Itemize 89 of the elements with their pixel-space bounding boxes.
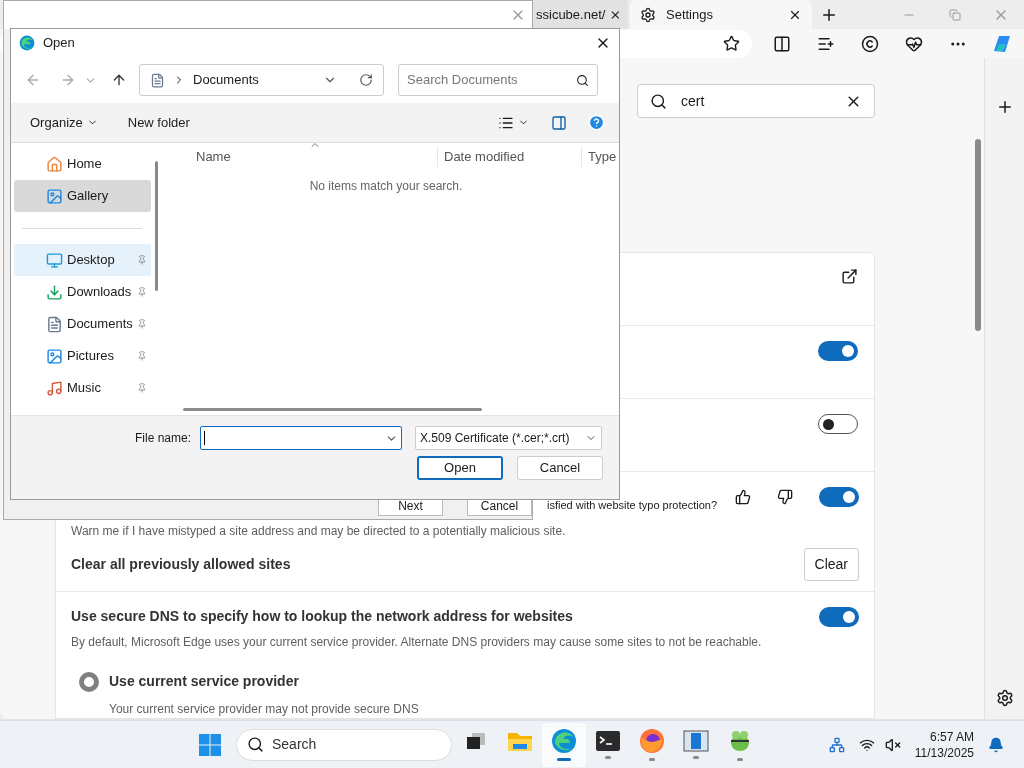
column-header[interactable]: Name xyxy=(161,147,438,167)
nav-item[interactable]: Music xyxy=(14,372,151,404)
file-type-dropdown[interactable]: X.509 Certificate (*.cer;*.crt) xyxy=(415,426,602,450)
radio-label: Use current service provider xyxy=(109,672,299,691)
nav-label: Downloads xyxy=(67,283,133,302)
scrollbar-thumb[interactable] xyxy=(975,139,981,331)
search-value: cert xyxy=(681,91,706,111)
option-description: Your current service provider may not provide secure DNS xyxy=(109,701,420,718)
file-name-label: File name: xyxy=(133,430,192,447)
folder-icon[interactable] xyxy=(507,730,533,752)
heart-icon[interactable] xyxy=(905,34,923,53)
home-icon xyxy=(46,155,63,173)
nav-item[interactable]: Home xyxy=(14,148,151,180)
browser-icon[interactable] xyxy=(551,728,577,754)
help-icon[interactable] xyxy=(588,114,605,131)
monitor-icon xyxy=(46,251,63,269)
settings-search-field[interactable]: cert xyxy=(637,84,875,118)
split-screen-icon[interactable] xyxy=(773,34,791,53)
nav-label: Documents xyxy=(67,315,133,334)
search-icon xyxy=(247,736,264,753)
nav-label: Home xyxy=(67,155,103,174)
nav-item[interactable]: Downloads xyxy=(14,276,151,308)
thumbs-down-icon[interactable] xyxy=(777,489,793,505)
nav-item[interactable]: Pictures xyxy=(14,340,151,372)
picture-icon xyxy=(46,347,63,365)
scrollbar-thumb[interactable] xyxy=(183,407,482,411)
nav-item[interactable]: Documents xyxy=(14,308,151,340)
window-icon[interactable] xyxy=(683,730,709,752)
document-icon xyxy=(46,315,63,333)
browser-tab[interactable]: ssicube.net/ xyxy=(530,0,628,29)
setting-label: Clear all previously allowed sites xyxy=(71,555,291,574)
toggle-switch[interactable] xyxy=(819,487,859,507)
setting-label: Use secure DNS to specify how to lookup the network address for websites xyxy=(71,607,573,626)
radio-button[interactable] xyxy=(79,671,99,692)
path-text: Documents xyxy=(193,71,260,90)
setting-description: Warn me if I have mistyped a site address and may be directed to a potentially malicious site. xyxy=(71,523,567,540)
clear-button[interactable]: Clear xyxy=(803,548,859,581)
search-placeholder: Search xyxy=(272,735,317,754)
search-icon xyxy=(576,73,589,87)
nav-label: Desktop xyxy=(67,251,116,270)
column-header[interactable]: Type xyxy=(582,147,617,167)
start-icon[interactable] xyxy=(198,732,222,757)
address-box[interactable]: Documents xyxy=(139,64,384,96)
document-icon xyxy=(150,72,165,88)
preview-pane-icon[interactable] xyxy=(551,114,567,131)
feedback-question: isfied with website typo protection? xyxy=(547,497,717,513)
empty-message: No items match your search. xyxy=(308,178,464,195)
cancel-button[interactable]: Cancel xyxy=(517,456,603,480)
external-link-icon[interactable] xyxy=(841,268,858,285)
mute-icon[interactable] xyxy=(884,736,901,753)
search-placeholder: Search Documents xyxy=(407,71,519,90)
task-view-icon[interactable] xyxy=(466,732,486,750)
star-icon[interactable] xyxy=(723,35,740,52)
taskbar-search[interactable]: Search xyxy=(236,728,452,761)
new-folder-button[interactable]: New folder xyxy=(127,112,190,133)
tab-title: ssicube.net/ xyxy=(536,5,606,24)
tab-title: Settings xyxy=(666,5,714,24)
up-icon[interactable] xyxy=(111,72,127,88)
thumbs-up-icon[interactable] xyxy=(735,489,751,505)
refresh-icon[interactable] xyxy=(359,73,373,87)
download-icon xyxy=(46,283,63,301)
browser-icon xyxy=(19,35,35,51)
toggle-switch[interactable] xyxy=(818,414,858,434)
file-name-field[interactable] xyxy=(200,426,402,450)
nav-label: Gallery xyxy=(67,187,110,206)
terminal-icon[interactable] xyxy=(595,730,621,752)
nav-item[interactable]: Gallery xyxy=(14,180,151,212)
open-button[interactable]: Open xyxy=(417,456,503,480)
clock-date[interactable]: 11/13/2025 xyxy=(914,744,974,761)
bell-icon[interactable] xyxy=(988,736,1004,753)
settings-icon xyxy=(640,6,656,23)
search-icon xyxy=(650,92,667,110)
dialog-title: Open xyxy=(43,34,76,53)
network-icon[interactable] xyxy=(828,736,845,753)
clock-time[interactable]: 6:57 AM xyxy=(929,728,974,745)
nav-label: Pictures xyxy=(67,347,115,366)
toggle-switch[interactable] xyxy=(819,606,859,627)
browser-tab[interactable]: Settings xyxy=(630,0,812,29)
nav-item[interactable]: Desktop xyxy=(14,244,151,276)
search-field[interactable]: Search Documents xyxy=(398,64,598,96)
organize-menu[interactable]: Organize xyxy=(30,112,98,133)
nav-label: Music xyxy=(67,379,102,398)
gallery-icon xyxy=(46,187,63,205)
toggle-switch[interactable] xyxy=(818,341,858,361)
music-icon xyxy=(46,379,63,397)
column-header[interactable]: Date modified xyxy=(438,147,582,167)
settings-icon[interactable] xyxy=(995,689,1014,707)
setting-description: By default, Microsoft Edge uses your current service provider. Alternate DNS providers may cause some sites to not be reachable. xyxy=(71,634,763,651)
scrollbar-thumb[interactable] xyxy=(154,161,158,291)
